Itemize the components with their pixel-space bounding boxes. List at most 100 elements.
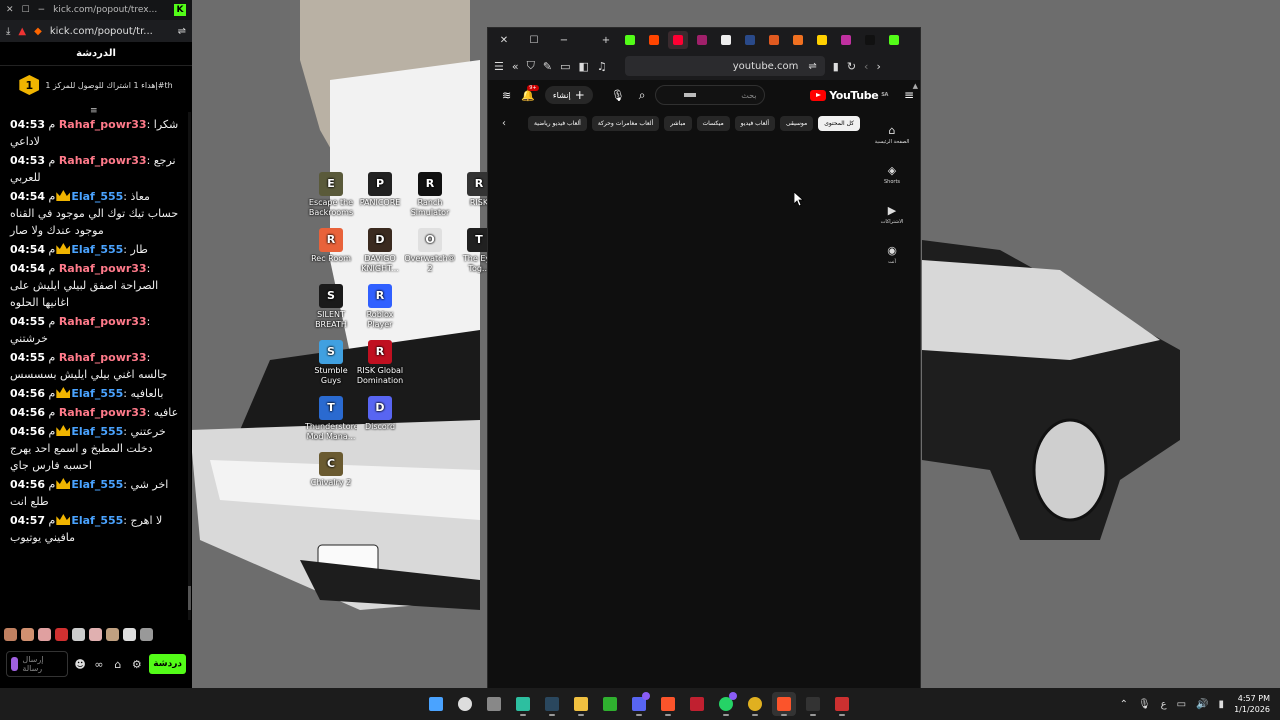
chat-username[interactable]: Elaf_555	[71, 514, 123, 527]
desktop-icon[interactable]: P PANICORE	[354, 172, 406, 208]
bookmark-icon[interactable]: ▮	[833, 60, 839, 73]
start-icon[interactable]	[424, 692, 448, 716]
sidebar-item[interactable]: ⌂ الصفحة الرئيسية	[864, 114, 920, 154]
cast-icon[interactable]: ≋	[502, 89, 511, 102]
store-icon[interactable]: ⌂	[111, 658, 124, 671]
xbox-icon[interactable]	[598, 692, 622, 716]
new-tab-icon[interactable]: +	[596, 35, 616, 46]
category-chip[interactable]: ألعاب فيديو رياضية	[528, 115, 587, 131]
sidebar-item[interactable]: ◈ Shorts	[864, 154, 920, 194]
desktop-icon[interactable]: R RISK Global Domination	[354, 340, 406, 386]
chat-username[interactable]: Rahaf_powr33	[59, 154, 147, 167]
sidebar-collapse-icon[interactable]: «	[512, 60, 519, 73]
back-icon[interactable]: ‹	[864, 60, 868, 73]
chrome-icon[interactable]	[743, 692, 767, 716]
minimize-icon[interactable]: −	[38, 5, 46, 15]
desktop-icon[interactable]: R Rec Room	[305, 228, 357, 264]
battery-icon[interactable]: ▮	[1219, 699, 1225, 710]
browser-tab[interactable]	[836, 31, 856, 49]
desktop-icon[interactable]: R Ranch Simulator	[404, 172, 456, 218]
other-icon[interactable]	[830, 692, 854, 716]
chat-username[interactable]: Rahaf_powr33	[59, 315, 147, 328]
chevron-up-icon[interactable]: ⌃	[1120, 699, 1128, 710]
menu-icon[interactable]: ≡	[904, 88, 914, 102]
emote-icon[interactable]	[4, 628, 17, 641]
browser-tab[interactable]	[692, 31, 712, 49]
browser-tab[interactable]	[740, 31, 760, 49]
chat-scrollbar[interactable]	[188, 112, 191, 620]
maximize-icon[interactable]: ☐	[22, 5, 30, 15]
maximize-icon[interactable]: ☐	[524, 35, 544, 46]
music-icon[interactable]: ♫	[597, 60, 607, 73]
chat-username[interactable]: Rahaf_powr33	[59, 351, 147, 364]
gear-icon[interactable]: ⚙	[130, 658, 143, 671]
chat-username[interactable]: Rahaf_powr33	[59, 118, 147, 131]
chat-username[interactable]: Elaf_555	[71, 478, 123, 491]
chat-username[interactable]: Elaf_555	[71, 190, 123, 203]
chat-username[interactable]: Elaf_555	[71, 425, 123, 438]
close-icon[interactable]: ✕	[494, 35, 514, 46]
chat-username[interactable]: Elaf_555	[71, 387, 123, 400]
desktop-icon[interactable]: E Escape the Backrooms	[305, 172, 357, 218]
category-chip[interactable]: موسيقى	[780, 115, 814, 131]
browser-tab[interactable]	[812, 31, 832, 49]
microphone-icon[interactable]: 🎙	[1138, 699, 1151, 710]
site-settings-icon[interactable]: ⇌	[808, 61, 816, 72]
emote-icon[interactable]	[89, 628, 102, 641]
close-icon[interactable]: ✕	[6, 5, 14, 15]
clock[interactable]: 4:57 PM 1/1/2026	[1234, 693, 1270, 715]
chat-username[interactable]: Elaf_555	[71, 243, 123, 256]
category-chip[interactable]: ألعاب مغامرات وحركة	[591, 115, 660, 131]
emote-icon[interactable]	[21, 628, 34, 641]
scroll-up-icon[interactable]: ▲	[913, 82, 918, 90]
emote-icon[interactable]	[123, 628, 136, 641]
settings-icon[interactable]: ⇌	[178, 26, 186, 37]
desktop-icon[interactable]: C Chivalry 2	[305, 452, 357, 488]
language-indicator[interactable]: ع	[1161, 699, 1167, 710]
desktop-icon[interactable]: D Discord	[354, 396, 406, 432]
network-icon[interactable]: ▭	[1177, 699, 1186, 710]
emote-icon[interactable]	[140, 628, 153, 641]
desktop-icon[interactable]: S SILENT BREATH	[305, 284, 357, 330]
search-input[interactable]: بحث	[655, 85, 766, 105]
browser-tab[interactable]	[716, 31, 736, 49]
emote-icon[interactable]	[38, 628, 51, 641]
menu-icon[interactable]: ☰	[494, 60, 504, 73]
explorer-icon[interactable]	[569, 692, 593, 716]
brave-active-icon[interactable]	[772, 692, 796, 716]
reload-icon[interactable]: ↻	[847, 60, 856, 73]
browser-tab[interactable]	[860, 31, 880, 49]
capture-icon[interactable]	[685, 692, 709, 716]
infinity-icon[interactable]: ∞	[93, 658, 106, 671]
forward-icon[interactable]: ›	[876, 60, 880, 73]
category-chip[interactable]: ألعاب فيديو	[734, 115, 776, 131]
files-icon[interactable]	[482, 692, 506, 716]
category-chip[interactable]: كل المحتوى	[818, 115, 860, 131]
emoji-icon[interactable]: ☻	[74, 658, 87, 671]
shield-icon[interactable]: ⛉	[527, 59, 535, 73]
desktop-icon[interactable]: R Roblox Player	[354, 284, 406, 330]
steam-icon[interactable]	[540, 692, 564, 716]
brave-shield-icon[interactable]: ◆	[34, 26, 42, 37]
browser-tab[interactable]	[668, 31, 688, 49]
whatsapp-icon[interactable]	[714, 692, 738, 716]
browser-tab[interactable]	[884, 31, 904, 49]
search-icon[interactable]	[453, 692, 477, 716]
chat-url[interactable]: kick.com/popout/tr...	[50, 26, 170, 37]
emote-icon[interactable]	[106, 628, 119, 641]
browser-tab[interactable]	[620, 31, 640, 49]
sidebar-item[interactable]: ▶ الاشتراكات	[864, 194, 920, 234]
chat-username[interactable]: Rahaf_powr33	[59, 406, 147, 419]
category-chip[interactable]: مباشر	[664, 115, 692, 131]
desktop-icon[interactable]: T Thunderstore Mod Mana...	[305, 396, 357, 442]
chat-message-input[interactable]: إرسال رسالة	[6, 651, 68, 677]
emote-icon[interactable]	[55, 628, 68, 641]
browser-tab[interactable]	[788, 31, 808, 49]
sidebar-item[interactable]: ◉ أنت	[864, 234, 920, 274]
minimize-icon[interactable]: −	[554, 35, 574, 46]
address-bar[interactable]: youtube.com ⇌	[624, 56, 825, 76]
sub-goal-banner[interactable]: 1 إهداء 1 اشتراك للوصول للمركز 1#th	[0, 66, 192, 104]
category-chip[interactable]: ميكسات	[696, 115, 730, 131]
browser-tab[interactable]	[764, 31, 784, 49]
notifications-icon[interactable]: 🔔 9+	[521, 84, 539, 102]
